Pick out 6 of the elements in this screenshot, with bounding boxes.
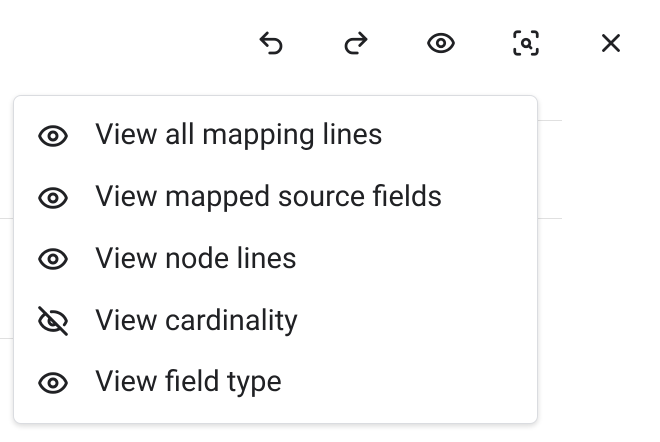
menu-item[interactable]: View field type: [14, 352, 537, 414]
scan-search-icon: [511, 28, 541, 58]
menu-item[interactable]: View cardinality: [14, 290, 537, 352]
menu-item[interactable]: View node lines: [14, 228, 537, 290]
menu-item[interactable]: View all mapping lines: [14, 105, 537, 167]
menu-item[interactable]: View mapped source fields: [14, 166, 537, 229]
